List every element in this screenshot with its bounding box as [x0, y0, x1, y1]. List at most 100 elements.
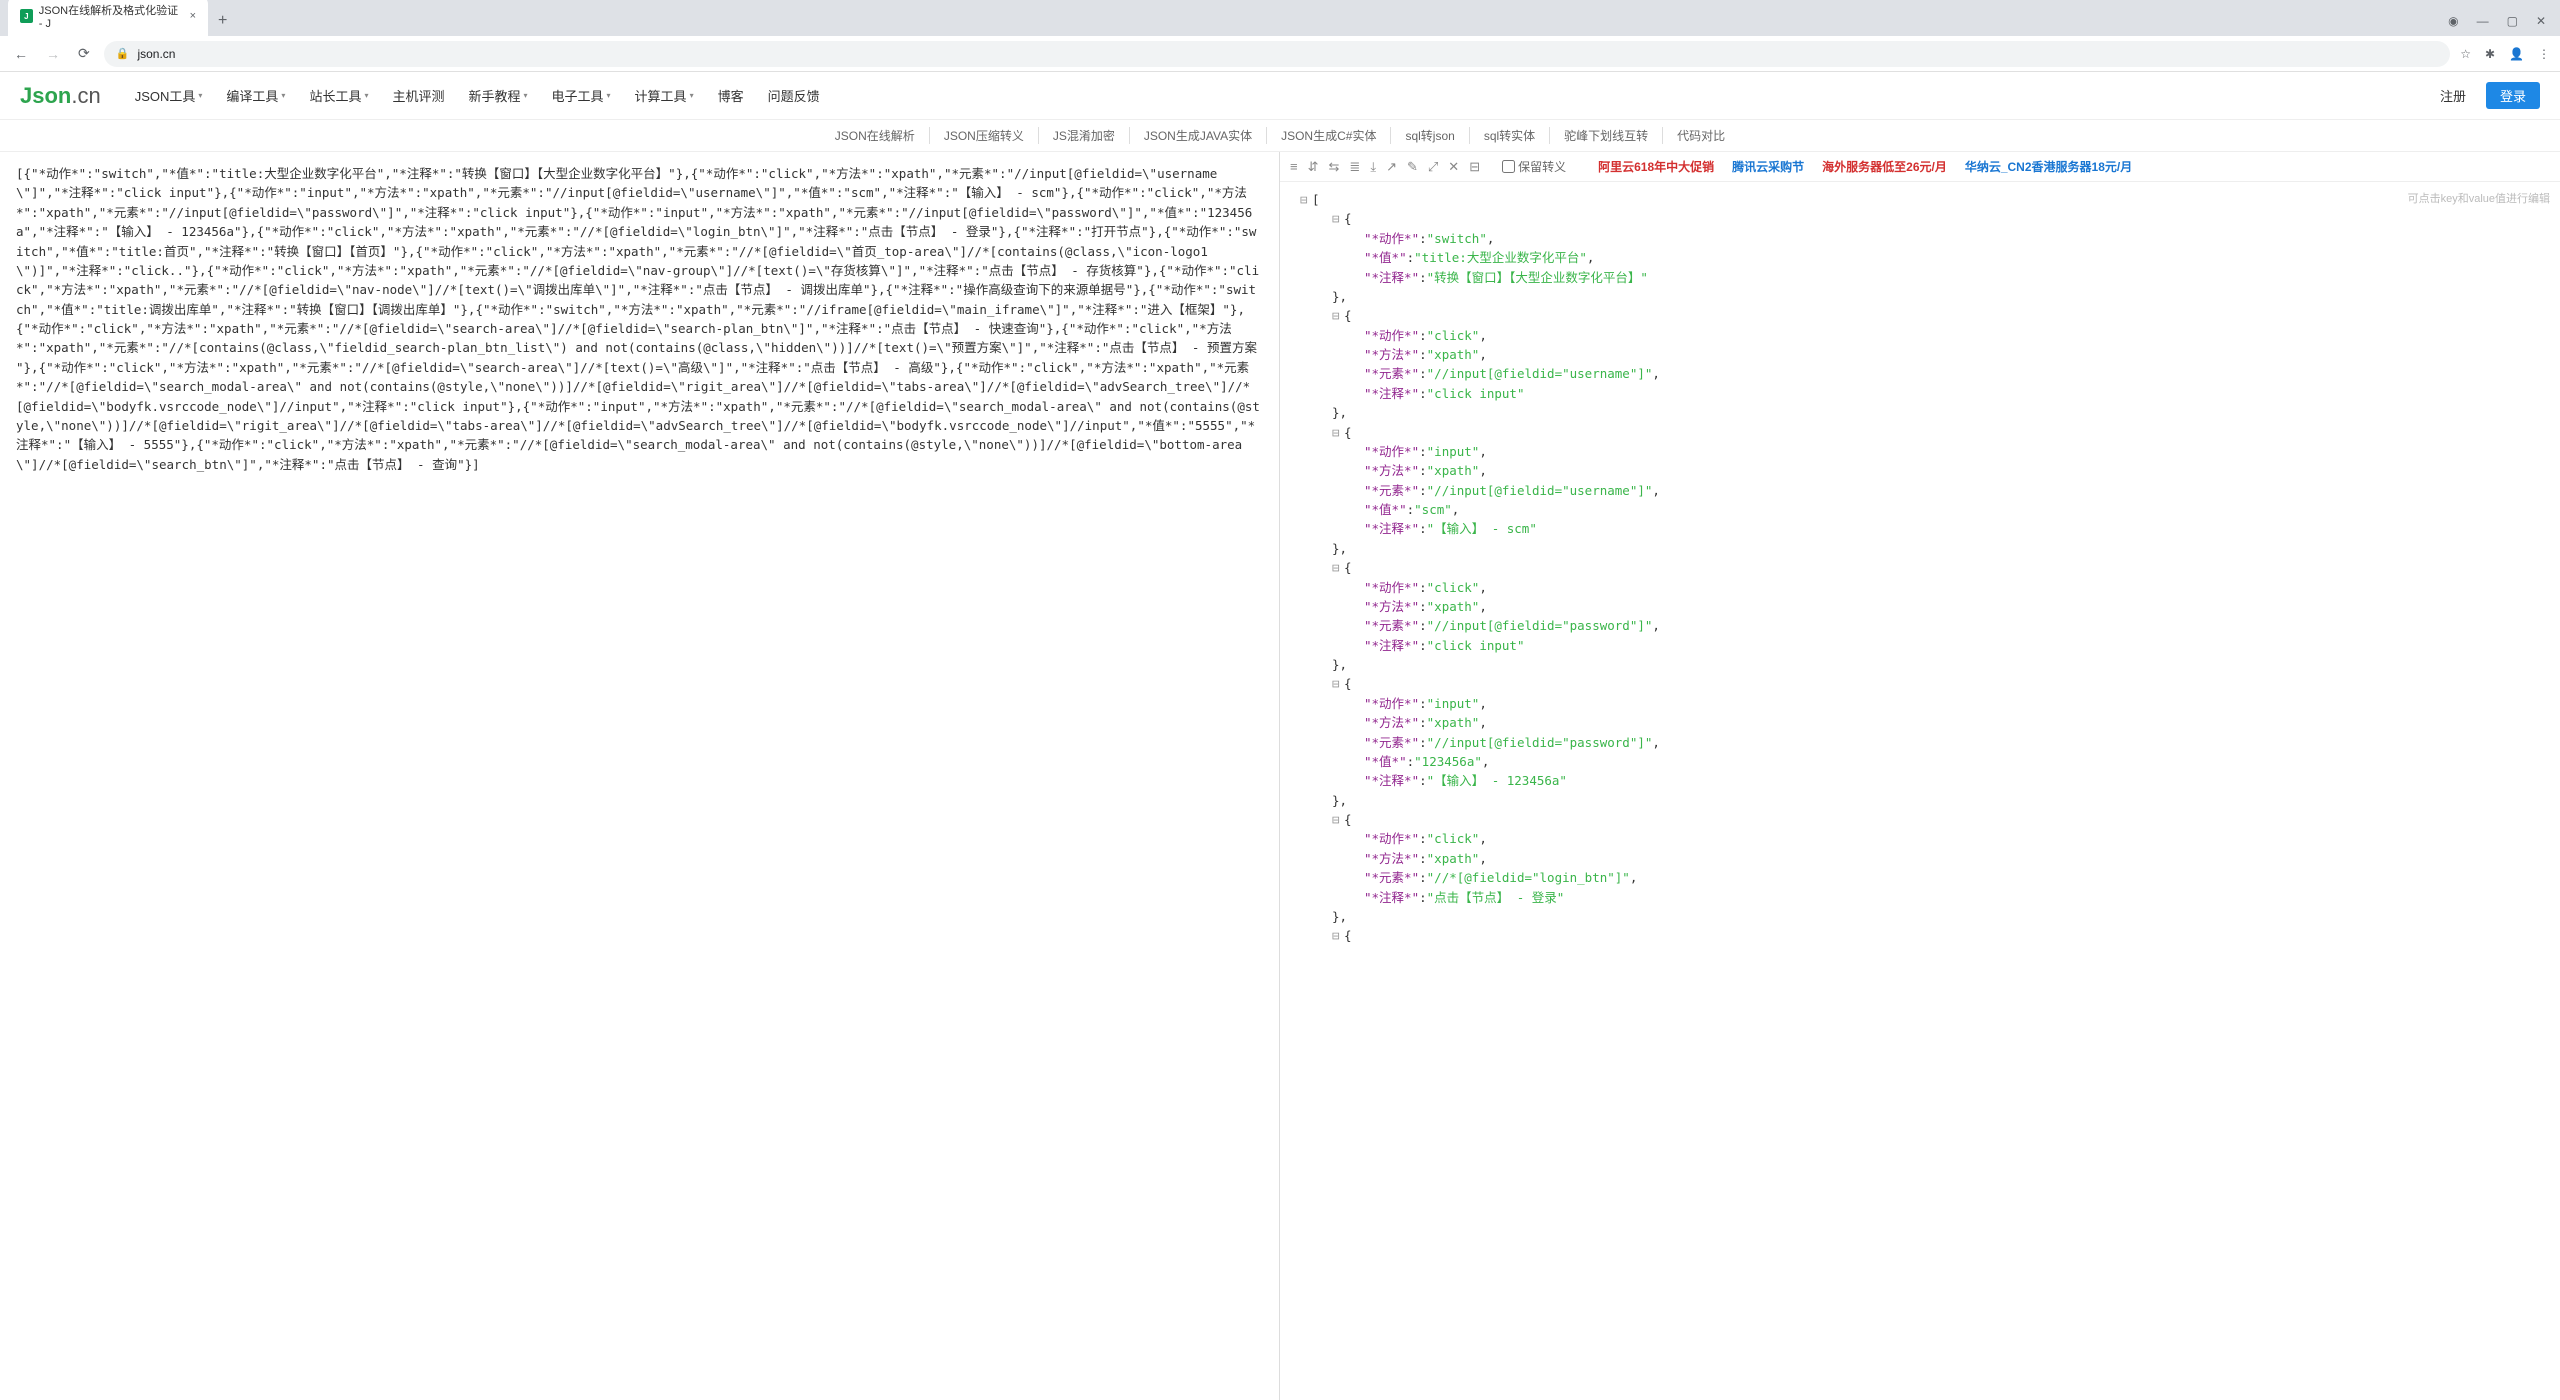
- json-kv[interactable]: "*元素*":"//*[@fieldid="login_btn"]",: [1300, 868, 2540, 887]
- caret-down-icon: ▾: [524, 91, 528, 100]
- star-icon[interactable]: ☆: [2460, 47, 2471, 61]
- toolbar-icon-9[interactable]: ⊟: [1469, 159, 1480, 174]
- collapse-toggle-icon[interactable]: ⊟: [1300, 190, 1312, 209]
- collapse-toggle-icon[interactable]: ⊟: [1332, 209, 1344, 228]
- nav-item-8[interactable]: 问题反馈: [758, 80, 830, 111]
- window-controls: ◉ — ▢ ✕: [2434, 6, 2560, 36]
- profile-icon[interactable]: 👤: [2509, 47, 2524, 61]
- nav-item-1[interactable]: 编译工具▾: [216, 80, 295, 111]
- close-window-icon[interactable]: ✕: [2536, 14, 2546, 28]
- toolbar-icon-5[interactable]: ↗: [1386, 159, 1397, 174]
- json-kv[interactable]: "*元素*":"//input[@fieldid="password"]",: [1300, 733, 2540, 752]
- toolbar-icon-4[interactable]: ⤓: [1370, 159, 1376, 174]
- ad-link-0[interactable]: 阿里云618年中大促销: [1598, 158, 1714, 175]
- toolbar-icon-2[interactable]: ⇆: [1329, 159, 1340, 174]
- nav-item-7[interactable]: 博客: [708, 80, 754, 111]
- json-kv[interactable]: "*注释*":"转换【窗口】【大型企业数字化平台】": [1300, 268, 2540, 287]
- ad-link-3[interactable]: 华纳云_CN2香港服务器18元/月: [1965, 158, 2132, 175]
- site-header: Json.cn JSON工具▾编译工具▾站长工具▾主机评测新手教程▾电子工具▾计…: [0, 72, 2560, 120]
- register-button[interactable]: 注册: [2430, 82, 2476, 109]
- minimize-icon[interactable]: —: [2477, 14, 2489, 28]
- toolbar-icon-7[interactable]: ⤢: [1428, 159, 1438, 174]
- subnav-item-6[interactable]: sql转实体: [1470, 127, 1550, 144]
- browser-tabstrip: J JSON在线解析及格式化验证 - J × + ◉ — ▢ ✕: [0, 0, 2560, 36]
- nav-item-3[interactable]: 主机评测: [382, 80, 454, 111]
- collapse-toggle-icon[interactable]: ⊟: [1332, 558, 1344, 577]
- extensions-icon[interactable]: ✱: [2485, 47, 2495, 61]
- json-kv[interactable]: "*元素*":"//input[@fieldid="username"]",: [1300, 481, 2540, 500]
- json-kv[interactable]: "*值*":"scm",: [1300, 500, 2540, 519]
- caret-down-icon: ▾: [198, 91, 202, 100]
- subnav-item-7[interactable]: 驼峰下划线互转: [1550, 127, 1663, 144]
- main-nav: JSON工具▾编译工具▾站长工具▾主机评测新手教程▾电子工具▾计算工具▾博客问题…: [125, 80, 830, 111]
- subnav-item-1[interactable]: JSON压缩转义: [930, 127, 1039, 144]
- toolbar-icon-0[interactable]: ≡: [1290, 159, 1298, 174]
- nav-item-0[interactable]: JSON工具▾: [125, 80, 213, 111]
- menu-icon[interactable]: ⋮: [2538, 47, 2550, 61]
- ad-link-1[interactable]: 腾讯云采购节: [1732, 158, 1804, 175]
- json-kv[interactable]: "*方法*":"xpath",: [1300, 345, 2540, 364]
- collapse-toggle-icon[interactable]: ⊟: [1332, 674, 1344, 693]
- json-kv[interactable]: "*注释*":"【输入】 - scm": [1300, 519, 2540, 538]
- new-tab-button[interactable]: +: [208, 6, 237, 36]
- tab-title: JSON在线解析及格式化验证 - J: [39, 2, 180, 30]
- forward-icon[interactable]: →: [42, 42, 64, 66]
- collapse-toggle-icon[interactable]: ⊟: [1332, 810, 1344, 829]
- toolbar-icon-3[interactable]: ≣: [1349, 159, 1360, 174]
- subnav-item-2[interactable]: JS混淆加密: [1039, 127, 1130, 144]
- collapse-toggle-icon[interactable]: ⊟: [1332, 926, 1344, 945]
- subnav-item-8[interactable]: 代码对比: [1663, 127, 1739, 144]
- subnav-item-5[interactable]: sql转json: [1391, 127, 1469, 144]
- subnav-item-0[interactable]: JSON在线解析: [821, 127, 930, 144]
- json-tree-view[interactable]: ⊟[⊟{"*动作*":"switch","*值*":"title:大型企业数字化…: [1280, 182, 2560, 1400]
- login-button[interactable]: 登录: [2486, 82, 2540, 109]
- json-kv[interactable]: "*注释*":"【输入】 - 123456a": [1300, 771, 2540, 790]
- account-icon[interactable]: ◉: [2448, 14, 2458, 28]
- caret-down-icon: ▾: [607, 91, 611, 100]
- ad-link-2[interactable]: 海外服务器低至26元/月: [1822, 158, 1947, 175]
- collapse-toggle-icon[interactable]: ⊟: [1332, 423, 1344, 442]
- reload-icon[interactable]: ⟳: [74, 41, 94, 66]
- maximize-icon[interactable]: ▢: [2507, 14, 2518, 28]
- subnav-item-4[interactable]: JSON生成C#实体: [1267, 127, 1391, 144]
- collapse-toggle-icon[interactable]: ⊟: [1332, 306, 1344, 325]
- json-kv[interactable]: "*注释*":"click input": [1300, 384, 2540, 403]
- keep-escape-input[interactable]: [1502, 160, 1515, 173]
- subnav-item-3[interactable]: JSON生成JAVA实体: [1130, 127, 1267, 144]
- nav-item-2[interactable]: 站长工具▾: [299, 80, 378, 111]
- json-input-pane[interactable]: [{"*动作*":"switch","*值*":"title:大型企业数字化平台…: [0, 152, 1280, 1400]
- json-kv[interactable]: "*元素*":"//input[@fieldid="username"]",: [1300, 364, 2540, 383]
- json-kv[interactable]: "*方法*":"xpath",: [1300, 597, 2540, 616]
- tab-close-icon[interactable]: ×: [190, 10, 196, 22]
- json-kv[interactable]: "*动作*":"click",: [1300, 578, 2540, 597]
- json-kv[interactable]: "*方法*":"xpath",: [1300, 461, 2540, 480]
- url-text: json.cn: [137, 47, 175, 61]
- json-kv[interactable]: "*注释*":"click input": [1300, 636, 2540, 655]
- browser-tab[interactable]: J JSON在线解析及格式化验证 - J ×: [8, 0, 208, 36]
- nav-item-5[interactable]: 电子工具▾: [542, 80, 621, 111]
- json-kv[interactable]: "*动作*":"switch",: [1300, 229, 2540, 248]
- json-kv[interactable]: "*方法*":"xpath",: [1300, 849, 2540, 868]
- site-logo[interactable]: Json.cn: [20, 83, 101, 109]
- json-kv[interactable]: "*注释*":"点击【节点】 - 登录": [1300, 888, 2540, 907]
- nav-item-6[interactable]: 计算工具▾: [625, 80, 704, 111]
- back-icon[interactable]: ←: [10, 42, 32, 66]
- toolbar-icon-6[interactable]: ✎: [1407, 159, 1418, 174]
- toolbar-icon-1[interactable]: ⇵: [1308, 159, 1319, 174]
- keep-escape-checkbox[interactable]: 保留转义: [1502, 158, 1566, 175]
- json-kv[interactable]: "*动作*":"input",: [1300, 442, 2540, 461]
- toolbar-icon-8[interactable]: ✕: [1448, 159, 1459, 174]
- json-kv[interactable]: "*动作*":"input",: [1300, 694, 2540, 713]
- json-output-pane: ≡ ⇵ ⇆ ≣ ⤓ ↗ ✎ ⤢ ✕ ⊟ 保留转义 阿里云618年中大促销 腾讯云采购节 海外服务器低至…: [1280, 152, 2560, 1400]
- json-kv[interactable]: "*动作*":"click",: [1300, 829, 2540, 848]
- url-input[interactable]: 🔒 json.cn: [104, 41, 2450, 67]
- json-kv[interactable]: "*值*":"title:大型企业数字化平台",: [1300, 248, 2540, 267]
- caret-down-icon: ▾: [364, 91, 368, 100]
- output-toolbar: ≡ ⇵ ⇆ ≣ ⤓ ↗ ✎ ⤢ ✕ ⊟ 保留转义 阿里云618年中大促销 腾讯云采购节 海外服务器低至…: [1280, 152, 2560, 182]
- json-kv[interactable]: "*值*":"123456a",: [1300, 752, 2540, 771]
- json-kv[interactable]: "*动作*":"click",: [1300, 326, 2540, 345]
- json-kv[interactable]: "*元素*":"//input[@fieldid="password"]",: [1300, 616, 2540, 635]
- caret-down-icon: ▾: [690, 91, 694, 100]
- nav-item-4[interactable]: 新手教程▾: [458, 80, 537, 111]
- json-kv[interactable]: "*方法*":"xpath",: [1300, 713, 2540, 732]
